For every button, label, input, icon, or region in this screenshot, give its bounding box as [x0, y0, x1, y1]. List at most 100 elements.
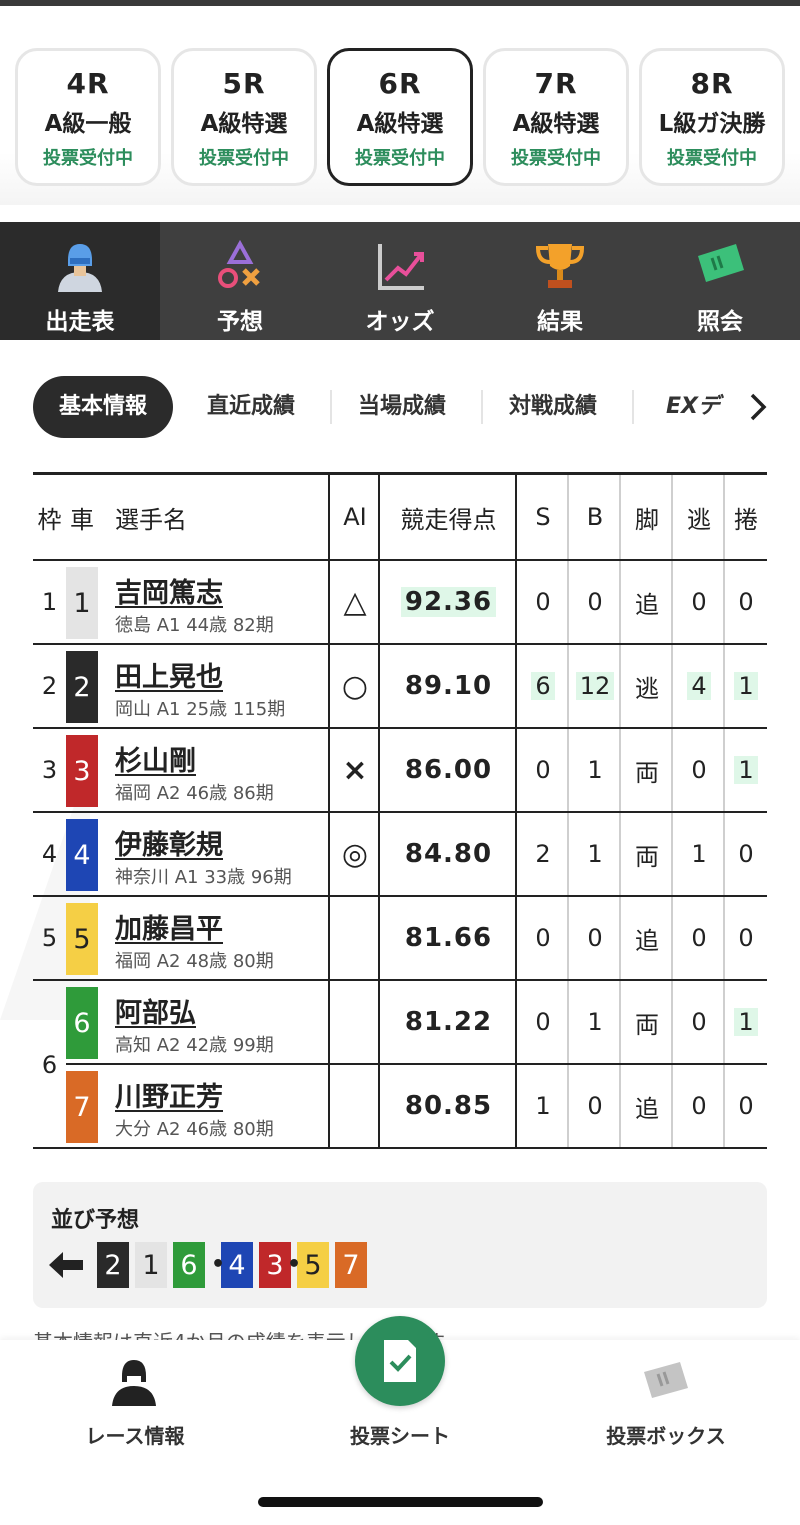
line-prediction: 並び予想 2 1 6 4 3 5 7 • •	[33, 1182, 767, 1308]
race-number: 4R	[66, 67, 110, 100]
nav-label: レース情報	[85, 1424, 185, 1448]
line-car-badge: 7	[335, 1242, 367, 1288]
tab-yoso[interactable]: 予想	[160, 222, 320, 340]
leg-value: 両	[635, 842, 659, 871]
racer-name[interactable]: 加藤昌平	[115, 907, 223, 946]
makuri-value: 0	[738, 924, 754, 952]
car-number-badge: 7	[66, 1071, 98, 1143]
s-cell: 0	[517, 897, 569, 979]
subtab-taisen[interactable]: 対戦成績	[509, 376, 597, 438]
race-grade: A級特選	[356, 111, 444, 137]
leg-value: 両	[635, 758, 659, 787]
makuri-cell: 0	[725, 813, 767, 895]
column-divider	[567, 475, 569, 559]
table-row: 2 2 田上晃也 岡山 A1 25歳 115期 ○ 89.10 6 12 逃 4 1	[33, 645, 767, 729]
race-number: 5R	[222, 67, 266, 100]
header-s: S	[535, 503, 551, 531]
waku-number: 1	[41, 588, 58, 616]
header-score: 競走得点	[400, 505, 497, 534]
home-indicator	[258, 1497, 543, 1507]
race-card-5r[interactable]: 5R A級特選 投票受付中	[171, 48, 317, 186]
ai-mark	[330, 897, 380, 979]
trophy-icon	[535, 244, 585, 288]
column-divider	[378, 981, 380, 1063]
leg-cell: 両	[621, 729, 673, 811]
subtab-divider	[481, 390, 483, 424]
ai-mark: ◎	[341, 836, 369, 872]
makuri-cell: 0	[725, 561, 767, 643]
score-value: 86.00	[404, 755, 493, 785]
race-card-8r[interactable]: 8R L級ガ決勝 投票受付中	[639, 48, 785, 186]
tab-shussohyo[interactable]: 出走表	[0, 222, 160, 340]
subtab-toba[interactable]: 当場成績	[358, 376, 446, 438]
score-value: 89.10	[404, 671, 493, 701]
vote-sheet-button[interactable]	[355, 1316, 445, 1406]
column-divider	[619, 897, 621, 979]
table-row: 7 川野正芳 大分 A2 46歳 80期 80.85 1 0 追 0 0	[33, 1065, 767, 1149]
column-divider	[619, 729, 621, 811]
nige-value: 0	[691, 588, 707, 616]
header-name: 選手名	[115, 505, 187, 534]
table-row: 5 5 加藤昌平 福岡 A2 48歳 80期 81.66 0 0 追 0 0	[33, 897, 767, 981]
tab-label: 結果	[537, 309, 583, 335]
racer-name[interactable]: 伊藤彰規	[115, 823, 223, 862]
tab-odds[interactable]: オッズ	[320, 222, 480, 340]
chevron-right-icon[interactable]	[748, 392, 768, 422]
line-car-badge: 6	[173, 1242, 205, 1288]
subtab-chokkin[interactable]: 直近成績	[207, 376, 295, 438]
makuri-cell: 1	[725, 645, 767, 727]
subtab-kihon-joho[interactable]: 基本情報	[33, 376, 173, 438]
car-number-badge: 3	[66, 735, 98, 807]
score-cell: 81.66	[380, 897, 517, 979]
subtab-divider	[632, 390, 634, 424]
b-value: 12	[575, 672, 615, 700]
vote-sheet-icon	[384, 1340, 416, 1382]
waku-number: 4	[41, 840, 58, 868]
nige-value: 0	[691, 924, 707, 952]
racer-profile: 神奈川 A1 33歳 96期	[115, 867, 292, 888]
leg-value: 逃	[635, 674, 659, 703]
racer-name[interactable]: 杉山剛	[115, 739, 196, 778]
leg-value: 追	[635, 926, 659, 955]
car-number-badge: 5	[66, 903, 98, 975]
race-card-7r[interactable]: 7R A級特選 投票受付中	[483, 48, 629, 186]
racer-name[interactable]: 吉岡篤志	[115, 571, 223, 610]
nav-label-vote-sheet[interactable]: 投票シート	[340, 1420, 460, 1449]
racer-name[interactable]: 田上晃也	[115, 655, 223, 694]
column-divider	[723, 813, 725, 895]
odds-chart-icon	[378, 244, 424, 290]
racer-name[interactable]: 川野正芳	[115, 1075, 223, 1114]
race-card-4r[interactable]: 4R A級一般 投票受付中	[15, 48, 161, 186]
tab-label: 照会	[697, 309, 743, 335]
race-card-6r[interactable]: 6R A級特選 投票受付中	[327, 48, 473, 186]
nav-vote-box[interactable]: 投票ボックス	[600, 1340, 732, 1450]
leg-cell: 両	[621, 981, 673, 1063]
subtab-ex-data[interactable]: EXデ	[666, 376, 742, 438]
leg-cell: 追	[621, 561, 673, 643]
nav-race-info[interactable]: レース情報	[68, 1340, 202, 1450]
tab-kekka[interactable]: 結果	[480, 222, 640, 340]
column-divider	[515, 561, 517, 643]
s-value: 1	[535, 1092, 551, 1120]
racer-profile: 福岡 A2 46歳 86期	[115, 783, 274, 804]
race-grade: A級特選	[200, 111, 288, 137]
column-divider	[328, 1065, 330, 1147]
nige-value: 4	[687, 672, 711, 700]
column-divider	[723, 897, 725, 979]
s-cell: 6	[517, 645, 569, 727]
b-cell: 1	[569, 729, 621, 811]
b-value: 0	[587, 924, 603, 952]
tab-shokai[interactable]: 照会	[640, 222, 800, 340]
header-car: 車	[70, 505, 94, 534]
column-divider	[723, 729, 725, 811]
column-divider	[378, 897, 380, 979]
column-divider	[515, 813, 517, 895]
racer-name[interactable]: 阿部弘	[115, 991, 196, 1030]
table-row: 4 4 伊藤彰規 神奈川 A1 33歳 96期 ◎ 84.80 2 1 両 1 0	[33, 813, 767, 897]
header-waku: 枠	[37, 505, 62, 534]
ai-mark	[330, 981, 380, 1063]
score-value: 92.36	[400, 587, 497, 617]
column-divider	[328, 729, 330, 811]
s-cell: 0	[517, 729, 569, 811]
b-cell: 0	[569, 897, 621, 979]
